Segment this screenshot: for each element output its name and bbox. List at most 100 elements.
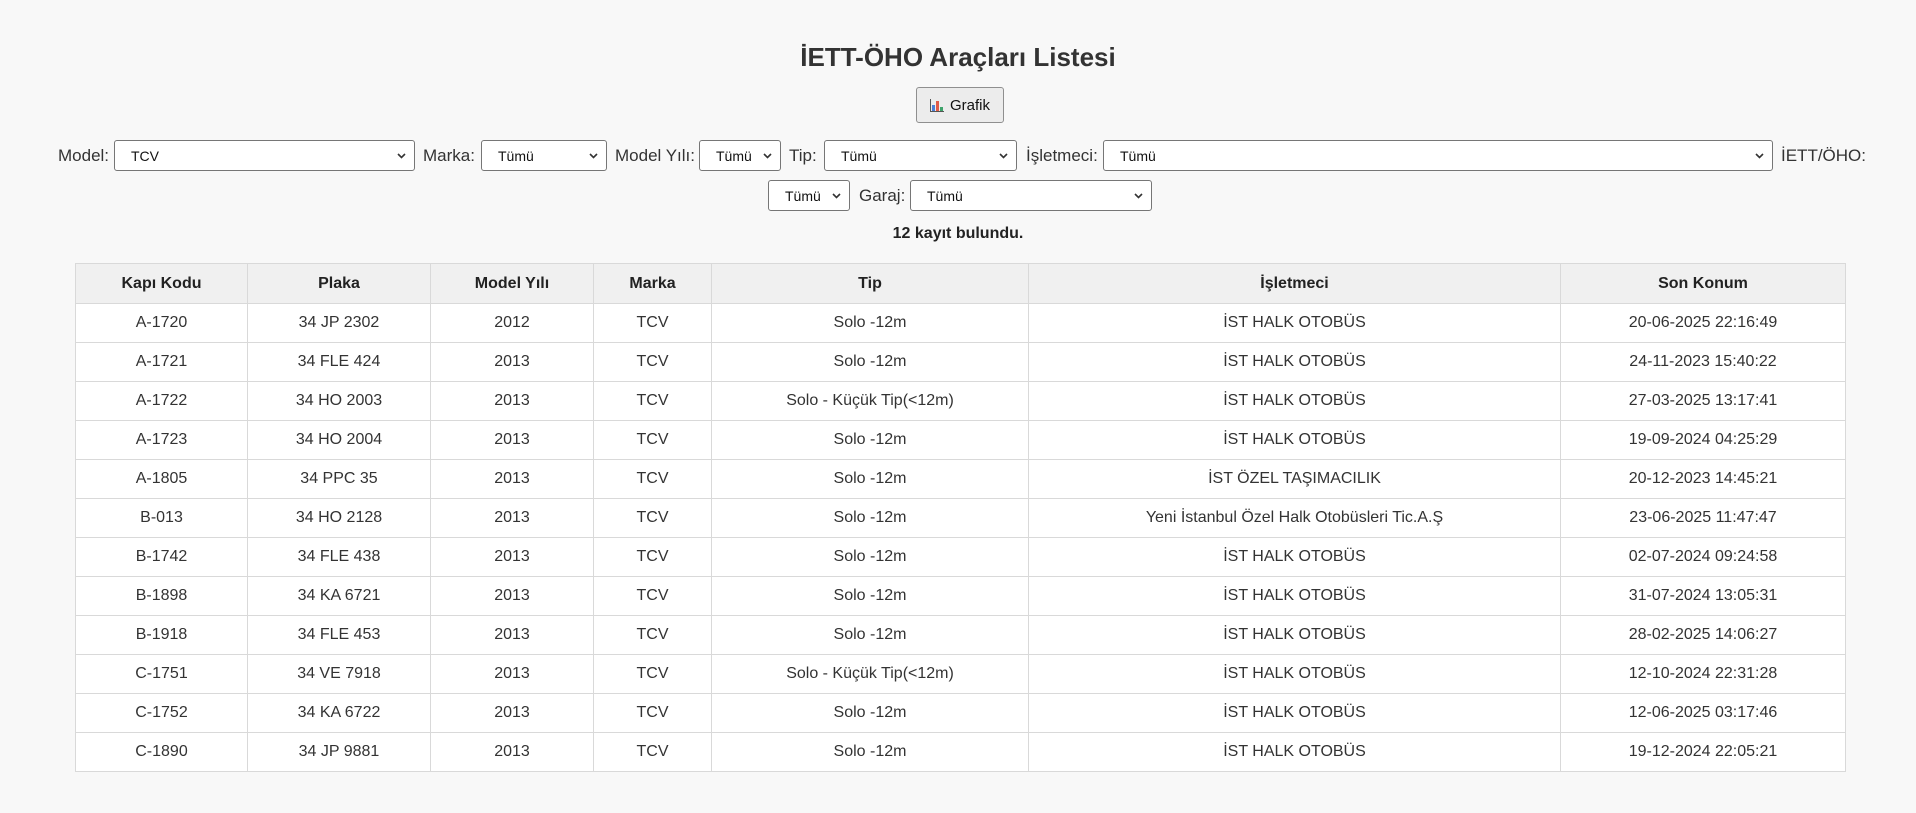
iett-oho-select[interactable]: Tümü (768, 180, 850, 211)
table-row: A-1721 34 FLE 424 2013 TCV Solo -12m İST HALK… (75, 342, 1846, 382)
cell-isletmeci: İST HALK OTOBÜS (1028, 420, 1561, 460)
cell-plaka: 34 PPC 35 (247, 459, 431, 499)
column-header-kapi-kodu: Kapı Kodu (75, 263, 248, 304)
model-select-value: TCV (131, 147, 159, 164)
cell-son-konum: 12-10-2024 22:31:28 (1560, 654, 1846, 694)
tip-select[interactable]: Tümü (824, 140, 1017, 171)
cell-marka: TCV (593, 693, 712, 733)
cell-son-konum: 19-09-2024 04:25:29 (1560, 420, 1846, 460)
cell-tip: Solo -12m (711, 498, 1029, 538)
cell-tip: Solo -12m (711, 576, 1029, 616)
cell-marka: TCV (593, 303, 712, 343)
cell-son-konum: 12-06-2025 03:17:46 (1560, 693, 1846, 733)
table-row: C-1890 34 JP 9881 2013 TCV Solo -12m İST HALK… (75, 732, 1846, 772)
cell-isletmeci: İST HALK OTOBÜS (1028, 693, 1561, 733)
vehicle-table: Kapı Kodu Plaka Model Yılı Marka Tip İşletmec… (75, 263, 1846, 772)
cell-kapi-kodu: B-1918 (75, 615, 248, 655)
table-row: A-1720 34 JP 2302 2012 TCV Solo -12m İST HALK… (75, 303, 1846, 343)
chart-button-label: Grafik (949, 96, 990, 114)
cell-kapi-kodu: C-1752 (75, 693, 248, 733)
isletmeci-filter-label: İşletmeci: (1026, 146, 1098, 165)
cell-tip: Solo -12m (711, 420, 1029, 460)
table-row: A-1805 34 PPC 35 2013 TCV Solo -12m İST ÖZEL … (75, 459, 1846, 499)
cell-plaka: 34 FLE 438 (247, 537, 431, 577)
cell-kapi-kodu: A-1720 (75, 303, 248, 343)
marka-select[interactable]: Tümü (481, 140, 607, 171)
iett-oho-filter-label: İETT/ÖHO: (1781, 146, 1866, 165)
chevron-down-icon (1134, 192, 1143, 199)
cell-model-yili: 2013 (430, 498, 594, 538)
cell-plaka: 34 VE 7918 (247, 654, 431, 694)
chevron-down-icon (397, 152, 406, 159)
cell-kapi-kodu: C-1751 (75, 654, 248, 694)
cell-plaka: 34 JP 2302 (247, 303, 431, 343)
iett-oho-select-value: Tümü (785, 187, 821, 204)
cell-model-yili: 2013 (430, 615, 594, 655)
cell-tip: Solo -12m (711, 342, 1029, 382)
table-row: A-1722 34 HO 2003 2013 TCV Solo - Küçük Tip(… (75, 381, 1846, 421)
chevron-down-icon (1755, 152, 1764, 159)
cell-son-konum: 20-12-2023 14:45:21 (1560, 459, 1846, 499)
isletmeci-select[interactable]: Tümü (1103, 140, 1773, 171)
column-header-isletmeci: İşletmeci (1028, 263, 1561, 304)
cell-son-konum: 31-07-2024 13:05:31 (1560, 576, 1846, 616)
cell-tip: Solo -12m (711, 537, 1029, 577)
table-row: C-1752 34 KA 6722 2013 TCV Solo -12m İST HALK… (75, 693, 1846, 733)
table-row: B-1898 34 KA 6721 2013 TCV Solo -12m İST HALK… (75, 576, 1846, 616)
garaj-select[interactable]: Tümü (910, 180, 1152, 211)
cell-isletmeci: İST HALK OTOBÜS (1028, 381, 1561, 421)
cell-marka: TCV (593, 537, 712, 577)
cell-isletmeci: İST HALK OTOBÜS (1028, 732, 1561, 772)
cell-son-konum: 19-12-2024 22:05:21 (1560, 732, 1846, 772)
cell-son-konum: 02-07-2024 09:24:58 (1560, 537, 1846, 577)
cell-model-yili: 2013 (430, 693, 594, 733)
cell-marka: TCV (593, 615, 712, 655)
cell-son-konum: 20-06-2025 22:16:49 (1560, 303, 1846, 343)
model-yili-select[interactable]: Tümü (699, 140, 781, 171)
cell-isletmeci: Yeni İstanbul Özel Halk Otobüsleri Tic.A… (1028, 498, 1561, 538)
table-header-row: Kapı Kodu Plaka Model Yılı Marka Tip İşletmec… (75, 263, 1846, 304)
result-count: 12 kayıt bulundu. (892, 225, 1024, 242)
bar-chart-icon (929, 98, 944, 112)
cell-model-yili: 2013 (430, 459, 594, 499)
cell-son-konum: 23-06-2025 11:47:47 (1560, 498, 1846, 538)
chevron-down-icon (832, 192, 841, 199)
garaj-select-value: Tümü (927, 187, 963, 204)
cell-model-yili: 2013 (430, 381, 594, 421)
table-row: B-1918 34 FLE 453 2013 TCV Solo -12m İST HALK… (75, 615, 1846, 655)
cell-marka: TCV (593, 654, 712, 694)
cell-plaka: 34 HO 2003 (247, 381, 431, 421)
model-select[interactable]: TCV (114, 140, 415, 171)
cell-model-yili: 2012 (430, 303, 594, 343)
cell-kapi-kodu: B-1898 (75, 576, 248, 616)
cell-tip: Solo -12m (711, 459, 1029, 499)
tip-select-value: Tümü (841, 147, 877, 164)
column-header-son-konum: Son Konum (1560, 263, 1846, 304)
chart-button[interactable]: Grafik (916, 87, 1004, 123)
cell-isletmeci: İST HALK OTOBÜS (1028, 342, 1561, 382)
cell-model-yili: 2013 (430, 537, 594, 577)
cell-son-konum: 28-02-2025 14:06:27 (1560, 615, 1846, 655)
marka-filter-label: Marka: (423, 146, 475, 165)
cell-tip: Solo - Küçük Tip(<12m) (711, 381, 1029, 421)
cell-marka: TCV (593, 459, 712, 499)
column-header-plaka: Plaka (247, 263, 431, 304)
cell-tip: Solo -12m (711, 303, 1029, 343)
cell-kapi-kodu: C-1890 (75, 732, 248, 772)
garaj-filter-label: Garaj: (859, 186, 906, 205)
cell-tip: Solo - Küçük Tip(<12m) (711, 654, 1029, 694)
cell-son-konum: 24-11-2023 15:40:22 (1560, 342, 1846, 382)
cell-plaka: 34 FLE 424 (247, 342, 431, 382)
column-header-model-yili: Model Yılı (430, 263, 594, 304)
cell-plaka: 34 HO 2128 (247, 498, 431, 538)
cell-model-yili: 2013 (430, 654, 594, 694)
cell-isletmeci: İST HALK OTOBÜS (1028, 303, 1561, 343)
page-title: İETT-ÖHO Araçları Listesi (800, 42, 1116, 72)
cell-plaka: 34 KA 6722 (247, 693, 431, 733)
cell-marka: TCV (593, 342, 712, 382)
cell-kapi-kodu: A-1722 (75, 381, 248, 421)
cell-isletmeci: İST HALK OTOBÜS (1028, 654, 1561, 694)
cell-marka: TCV (593, 381, 712, 421)
cell-isletmeci: İST HALK OTOBÜS (1028, 615, 1561, 655)
cell-model-yili: 2013 (430, 420, 594, 460)
